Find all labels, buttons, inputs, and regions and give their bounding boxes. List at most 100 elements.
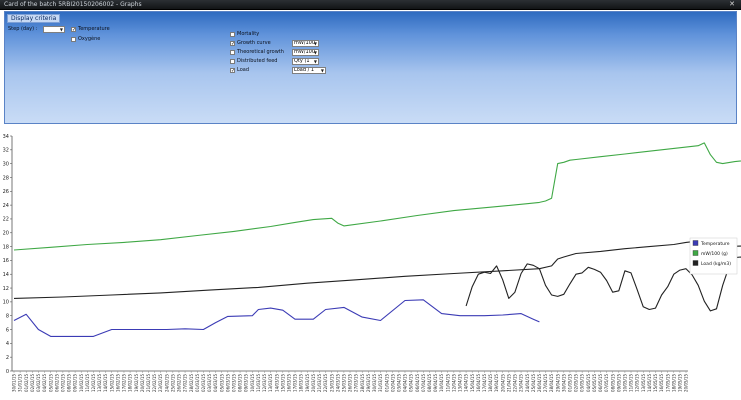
y-tick-label: 18: [3, 244, 9, 250]
distributed-feed-label: Distributed feed: [237, 58, 278, 64]
x-tick-label: 22/02/15: [152, 374, 157, 392]
x-tick-label: 04/03/15: [213, 374, 218, 392]
x-tick-label: 14/02/15: [103, 374, 108, 392]
load-select-value: Load / 1: [294, 67, 315, 73]
x-tick-label: 14/03/15: [274, 374, 279, 392]
x-tick-label: 17/04/15: [482, 374, 487, 392]
x-tick-label: 04/02/15: [42, 374, 47, 392]
x-tick-label: 23/04/15: [519, 374, 524, 392]
chart-legend: Temperature mW/100 (g) Load (kg/m3): [689, 237, 738, 275]
series-line-2: [13, 238, 741, 299]
theoretical-growth-checkbox[interactable]: [230, 50, 235, 55]
x-tick-label: 02/05/15: [574, 374, 579, 392]
x-tick-label: 16/05/15: [659, 374, 664, 392]
load-select[interactable]: Load / 1 ▼: [292, 67, 326, 74]
load-checkbox[interactable]: ✓: [230, 68, 235, 74]
y-tick-label: 26: [3, 189, 9, 195]
x-tick-label: 21/04/15: [506, 374, 511, 392]
x-tick-label: 20/05/15: [684, 374, 689, 392]
x-tick-label: 20/04/15: [500, 374, 505, 392]
close-icon[interactable]: ✕: [729, 0, 735, 9]
x-tick-label: 10/05/15: [623, 374, 628, 392]
x-tick-label: 29/04/15: [555, 374, 560, 392]
legend-swatch: [692, 260, 699, 266]
legend-label: mW/100 (g): [701, 251, 728, 257]
oxygene-checkbox[interactable]: [71, 37, 76, 42]
x-tick-label: 08/04/15: [427, 374, 432, 392]
theoretical-growth-label: Theoretical growth: [237, 49, 284, 55]
mortality-checkbox[interactable]: [230, 32, 235, 37]
display-criteria-header: Display criteria: [7, 14, 61, 23]
x-tick-label: 24/02/15: [164, 374, 169, 392]
x-tick-label: 30/01/15: [12, 374, 17, 392]
distributed-feed-select[interactable]: Qty (1 ▼: [292, 58, 319, 65]
x-tick-label: 06/03/15: [225, 374, 230, 392]
x-tick-label: 15/04/15: [470, 374, 475, 392]
load-label: Load: [237, 67, 249, 73]
y-tick-label: 8: [6, 314, 9, 320]
x-tick-label: 17/02/15: [122, 374, 127, 392]
graphs-window: Card of the batch 5RBI20150206002 - Grap…: [0, 0, 741, 400]
x-tick-label: 14/05/15: [647, 374, 652, 392]
x-tick-label: 04/04/15: [403, 374, 408, 392]
x-tick-label: 05/04/15: [409, 374, 414, 392]
x-tick-label: 20/03/15: [311, 374, 316, 392]
growth-curve-label: Growth curve: [237, 40, 271, 46]
y-tick-label: 30: [3, 161, 9, 167]
temperature-checkbox[interactable]: ✓: [71, 27, 76, 33]
x-tick-label: 12/05/15: [635, 374, 640, 392]
x-tick-label: 16/02/15: [115, 374, 120, 392]
legend-swatch: [692, 250, 699, 256]
legend-label: Load (kg/m3): [701, 261, 731, 267]
x-tick-label: 13/05/15: [641, 374, 646, 392]
x-tick-label: 02/04/15: [390, 374, 395, 392]
legend-swatch: [692, 240, 699, 246]
line-chart: 024681012141618202224262830323430/01/15 3…: [3, 134, 741, 392]
x-tick-label: 28/03/15: [360, 374, 365, 392]
legend-label: Temperature: [700, 241, 730, 247]
x-tick-label: 10/03/15: [250, 374, 255, 392]
x-tick-label: 18/05/15: [671, 374, 676, 392]
oxygene-label: Oxygène: [78, 36, 101, 42]
x-tick-label: 11/03/15: [256, 374, 261, 392]
step-select[interactable]: ▼: [43, 26, 65, 33]
x-tick-label: 17/03/15: [293, 374, 298, 392]
x-tick-label: 05/03/15: [219, 374, 224, 392]
x-tick-label: 07/05/15: [604, 374, 609, 392]
x-tick-label: 18/02/15: [128, 374, 133, 392]
x-tick-label: 26/04/15: [537, 374, 542, 392]
x-tick-label: 22/04/15: [513, 374, 518, 392]
y-tick-label: 4: [6, 341, 9, 347]
x-tick-label: 19/02/15: [134, 374, 139, 392]
x-tick-label: 03/02/15: [36, 374, 41, 392]
series-line-0: [13, 299, 540, 337]
x-tick-label: 12/04/15: [451, 374, 456, 392]
x-tick-label: 25/04/15: [531, 374, 536, 392]
x-tick-label: 11/04/15: [445, 374, 450, 392]
x-tick-label: 15/05/15: [653, 374, 658, 392]
y-tick-label: 24: [3, 203, 9, 209]
growth-curve-select-value: mW/100: [294, 40, 316, 46]
x-tick-label: 08/05/15: [610, 374, 615, 392]
distributed-feed-checkbox[interactable]: [230, 59, 235, 64]
x-tick-label: 31/01/15: [18, 374, 23, 392]
x-tick-label: 29/03/15: [366, 374, 371, 392]
chevron-down-icon: ▼: [313, 50, 317, 55]
x-tick-label: 19/04/15: [494, 374, 499, 392]
x-tick-label: 01/03/15: [195, 374, 200, 392]
step-label: Step (day) :: [8, 26, 38, 32]
growth-curve-select[interactable]: mW/100 ▼: [292, 40, 319, 47]
x-tick-label: 19/03/15: [305, 374, 310, 392]
x-tick-label: 06/04/15: [415, 374, 420, 392]
x-tick-label: 26/02/15: [177, 374, 182, 392]
y-tick-label: 0: [6, 369, 9, 375]
distributed-feed-select-value: Qty (1: [294, 58, 310, 64]
y-tick-label: 2: [6, 355, 9, 361]
y-tick-label: 12: [3, 286, 9, 292]
theoretical-growth-select[interactable]: mW/100 ▼: [292, 49, 319, 56]
growth-curve-checkbox[interactable]: ✓: [230, 41, 235, 47]
x-tick-label: 11/02/15: [85, 374, 90, 392]
x-tick-label: 09/05/15: [616, 374, 621, 392]
x-tick-label: 08/02/15: [67, 374, 72, 392]
x-tick-label: 01/05/15: [568, 374, 573, 392]
